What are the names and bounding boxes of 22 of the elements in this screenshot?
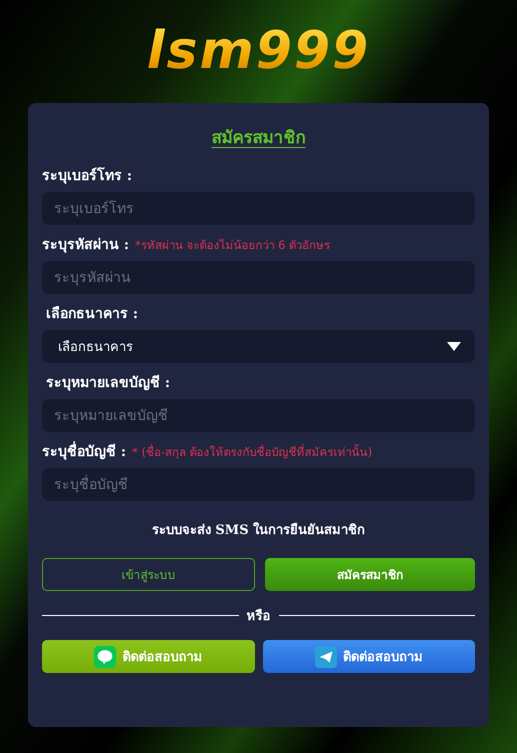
telegram-contact-button[interactable]: ติดต่อสอบถาม (262, 640, 475, 673)
paper-plane-icon (314, 646, 337, 668)
line-contact-button[interactable]: ติดต่อสอบถาม (42, 640, 254, 673)
input-field[interactable]: ระบุหมายเลขบัญชี (42, 399, 475, 432)
input-field[interactable]: ระบุชื่อบัญชี (42, 468, 475, 501)
sms-notice: ระบบจะส่ง SMS ในการยืนยันสมาชิก (150, 521, 366, 540)
field-label: ระบุรหัสผ่าน : (42, 236, 130, 255)
bank-select[interactable]: เลือกธนาคาร (42, 330, 475, 363)
field-label: ระบุหมายเลขบัญชี : (46, 374, 170, 393)
field-note: *รหัสผ่าน จะต้องไม่น้อยกว่า 6 ตัวอักษร (135, 237, 330, 254)
field-label: ระบุชื่อบัญชี : (42, 440, 126, 462)
chat-bubble-icon (94, 646, 116, 668)
register-button[interactable]: สมัครสมาชิก (264, 558, 475, 591)
field-label: ระบุเบอร์โทร : (42, 166, 132, 186)
input-field[interactable]: ระบุเบอร์โทร (42, 192, 475, 225)
field-label: เลือกธนาคาร : (46, 305, 138, 324)
input-field[interactable]: ระบุรหัสผ่าน (42, 261, 475, 294)
caret-icon (447, 342, 461, 351)
login-button[interactable]: เข้าสู่ระบบ (42, 558, 254, 591)
divider-text: หรือ (246, 608, 270, 626)
field-note: * (ชื่อ-สกุล ต้องให้ตรงกับชื่อบัญชีที่สมัครเท่านั้น) (132, 443, 372, 461)
form-title: สมัครสมาชิก (212, 128, 306, 148)
